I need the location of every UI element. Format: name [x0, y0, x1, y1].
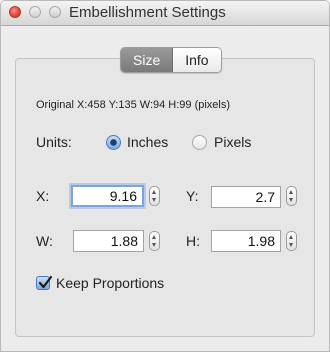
tab-info[interactable]: Info — [173, 48, 221, 72]
original-dimensions-text: Original X:458 Y:135 W:94 H:99 (pixels) — [36, 99, 231, 111]
h-stepper[interactable] — [286, 231, 297, 251]
units-label: Units: — [36, 134, 72, 150]
pixels-radio[interactable] — [192, 135, 207, 150]
x-field[interactable]: 9.16 — [71, 185, 144, 207]
w-stepper[interactable] — [149, 231, 160, 251]
y-label: Y: — [186, 188, 199, 204]
stepper-up-icon — [289, 190, 293, 194]
stepper-down-icon — [152, 198, 156, 202]
title-bar[interactable]: Embellishment Settings — [1, 1, 329, 26]
pixels-radio-label[interactable]: Pixels — [214, 134, 251, 150]
h-label: H: — [186, 233, 200, 249]
stepper-up-icon — [152, 235, 156, 239]
keep-proportions-checkbox[interactable] — [36, 275, 53, 290]
keep-proportions-label[interactable]: Keep Proportions — [56, 275, 164, 291]
tab-bar: Size Info — [120, 47, 222, 73]
w-label: W: — [36, 233, 53, 249]
minimize-button[interactable] — [29, 6, 41, 18]
stepper-down-icon — [152, 243, 156, 247]
inches-radio-label[interactable]: Inches — [127, 134, 168, 150]
stepper-down-icon — [289, 243, 293, 247]
stepper-up-icon — [152, 190, 156, 194]
checkmark-icon — [38, 275, 53, 289]
embellishment-settings-window: Embellishment Settings Size Info Origina… — [0, 0, 330, 352]
y-field[interactable]: 2.7 — [211, 186, 281, 208]
x-label: X: — [36, 188, 50, 204]
h-field[interactable]: 1.98 — [211, 230, 281, 252]
inches-radio[interactable] — [106, 135, 121, 150]
x-stepper[interactable] — [149, 186, 160, 206]
zoom-button[interactable] — [49, 6, 61, 18]
w-field[interactable]: 1.88 — [73, 230, 144, 252]
tab-size[interactable]: Size — [121, 48, 174, 72]
stepper-down-icon — [289, 198, 293, 202]
close-button[interactable] — [9, 6, 21, 18]
stepper-up-icon — [289, 235, 293, 239]
window-title: Embellishment Settings — [69, 4, 226, 21]
y-stepper[interactable] — [286, 186, 297, 206]
